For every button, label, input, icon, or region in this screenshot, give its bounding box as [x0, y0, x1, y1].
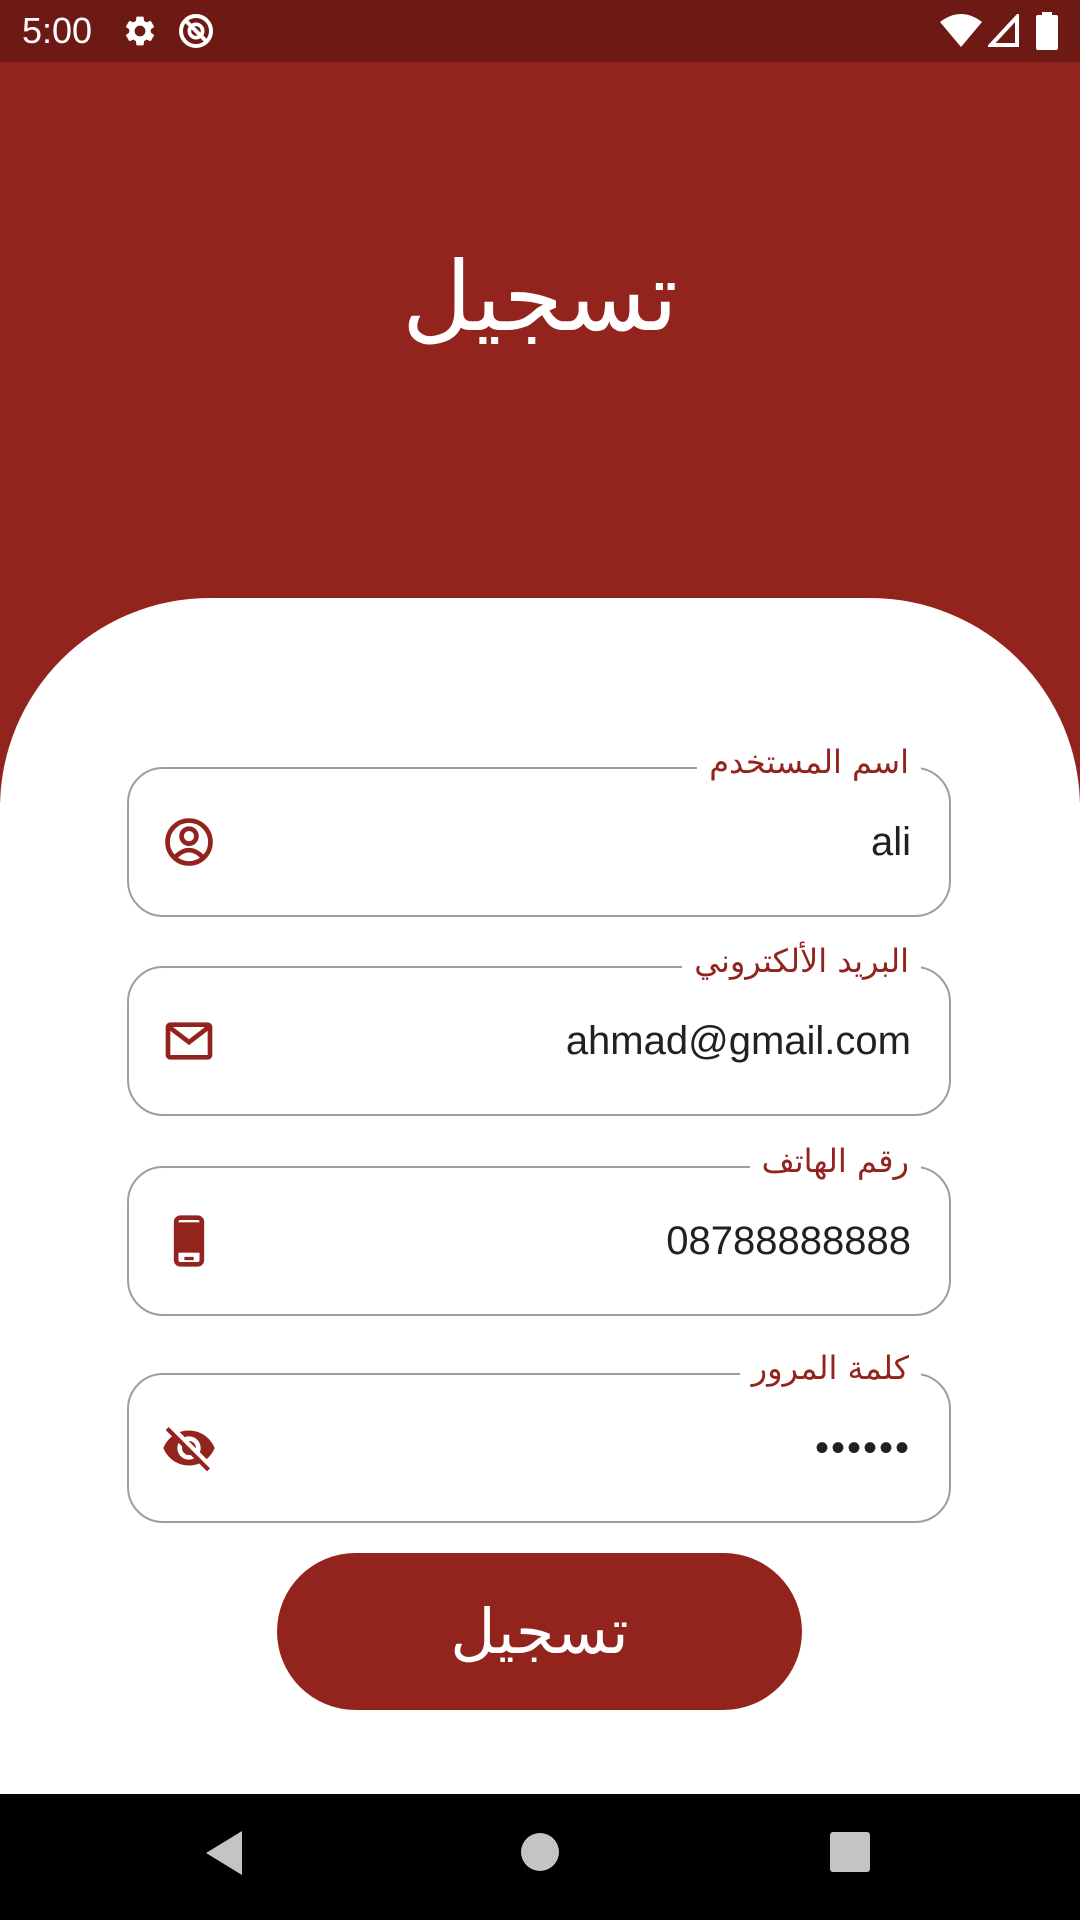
battery-icon [1036, 12, 1058, 50]
back-icon[interactable] [204, 1830, 244, 1876]
username-field[interactable]: اسم المستخدم ali [127, 737, 951, 917]
home-icon[interactable] [520, 1832, 560, 1872]
password-input[interactable]: •••••• [815, 1420, 911, 1476]
wifi-icon [940, 14, 982, 47]
email-label: البريد الألكتروني [682, 936, 921, 986]
mail-icon [165, 1022, 213, 1060]
signal-icon [988, 14, 1019, 47]
phone-icon [173, 1215, 205, 1267]
status-bar: 5:00 [0, 0, 1080, 62]
register-button[interactable]: تسجيل [277, 1553, 802, 1710]
gear-icon [125, 16, 155, 46]
status-time: 5:00 [22, 10, 93, 51]
email-field[interactable]: البريد الألكتروني ahmad@gmail.com [127, 936, 951, 1116]
phone-label: رقم الهاتف [749, 1136, 921, 1186]
page-title: تسجيل [402, 241, 678, 353]
register-screen: 5:00 تسجيل اسم المستخدم ali البريد الألك… [0, 0, 1080, 1920]
email-input[interactable]: ahmad@gmail.com [566, 1013, 911, 1069]
phone-field[interactable]: رقم الهاتف 08788888888 [127, 1136, 951, 1316]
visibility-off-icon[interactable] [161, 1420, 217, 1476]
account-circle-icon [165, 818, 213, 866]
username-input[interactable]: ali [871, 814, 911, 870]
username-label: اسم المستخدم [697, 737, 921, 787]
recents-icon[interactable] [830, 1832, 870, 1872]
password-field[interactable]: كلمة المرور •••••• [127, 1343, 951, 1523]
phone-input[interactable]: 08788888888 [666, 1213, 911, 1269]
password-label: كلمة المرور [739, 1343, 921, 1393]
navigation-bar [0, 1794, 1080, 1920]
do-not-disturb-icon [179, 14, 213, 48]
